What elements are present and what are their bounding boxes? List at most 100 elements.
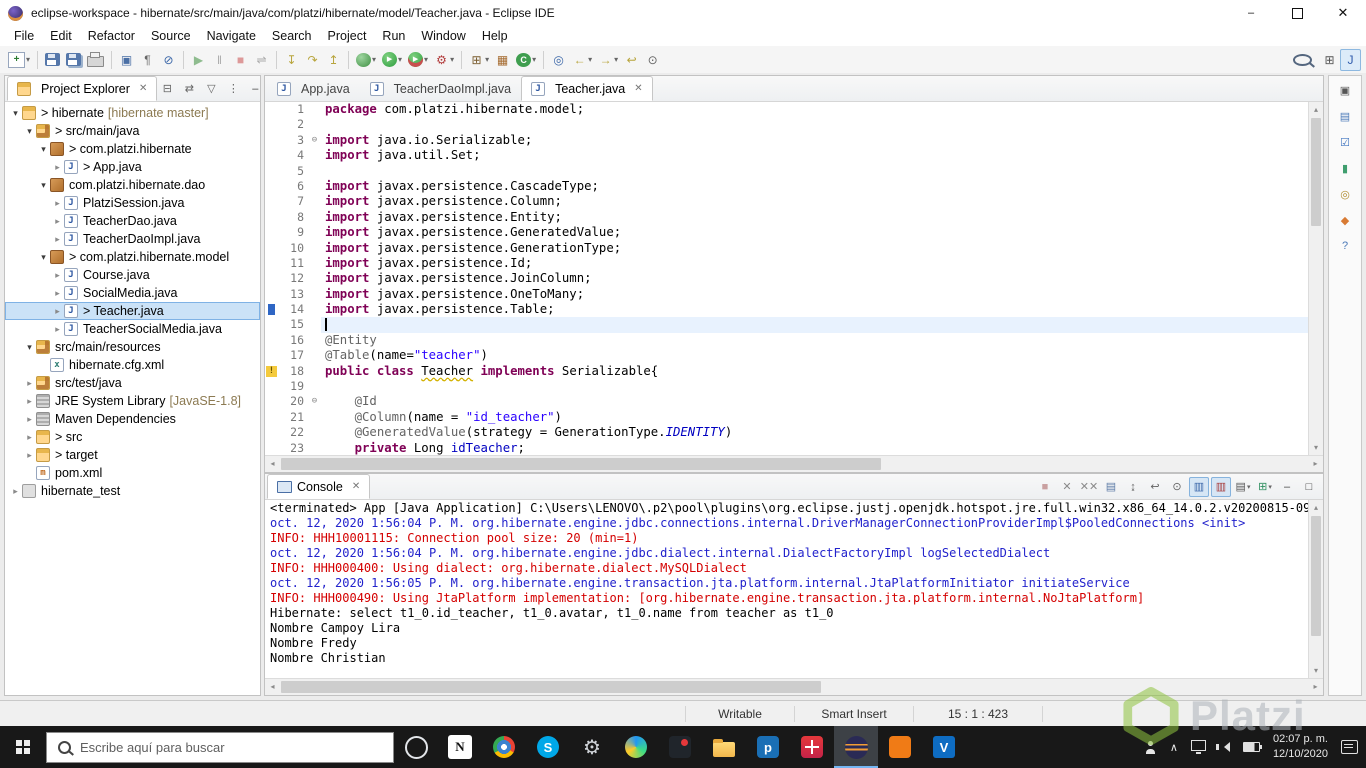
show-stdout-button[interactable]: ▥: [1189, 476, 1209, 497]
code-line-18[interactable]: ! 18 public class Teacher implements Seria…: [265, 363, 1308, 380]
disconnect-button[interactable]: ⇌: [251, 49, 272, 71]
collapse-all-button[interactable]: ⊟: [157, 79, 177, 99]
minimize-console-button[interactable]: –: [1277, 477, 1297, 497]
tree-item-com-platzi-hibernate-dao[interactable]: ▾ com.platzi.hibernate.dao: [5, 176, 260, 194]
taskbar-clock[interactable]: 02:07 p. m. 12/10/2020: [1273, 732, 1328, 762]
console-horizontal-scrollbar[interactable]: ◂ ▸: [265, 678, 1323, 695]
minimized-terminal-view-icon[interactable]: ▮: [1335, 158, 1355, 178]
close-view-icon[interactable]: ✕: [139, 83, 147, 94]
menu-window[interactable]: Window: [413, 27, 473, 45]
remove-all-launches-button[interactable]: ✕✕: [1079, 477, 1099, 497]
save-all-button[interactable]: [63, 49, 84, 71]
taskbar-settings[interactable]: ⚙: [570, 726, 614, 768]
taskbar-cortana[interactable]: [394, 726, 438, 768]
tree-item-hibernate[interactable]: ▾ > hibernate [hibernate master]: [5, 104, 260, 122]
step-into-button[interactable]: ↧: [281, 49, 302, 71]
new-class-button[interactable]: C ▾: [513, 49, 539, 71]
tree-item-platzisession-java[interactable]: ▸ J PlatziSession.java: [5, 194, 260, 212]
code-line-14[interactable]: 14 import javax.persistence.Table;: [265, 302, 1308, 318]
maximize-console-button[interactable]: □: [1299, 477, 1319, 497]
taskbar-file-explorer[interactable]: [702, 726, 746, 768]
menu-run[interactable]: Run: [374, 27, 413, 45]
taskbar-search-input[interactable]: Escribe aquí para buscar: [46, 731, 394, 763]
tree-item-src-test-java[interactable]: ▸ src/test/java: [5, 374, 260, 392]
minimized-tasklist-view-icon[interactable]: ☑: [1335, 132, 1355, 152]
code-line-11[interactable]: 11 import javax.persistence.Id;: [265, 256, 1308, 271]
coverage-button[interactable]: ▶ ▾: [405, 49, 431, 71]
tree-item-maven-dependencies[interactable]: ▸ Maven Dependencies: [5, 410, 260, 428]
menu-refactor[interactable]: Refactor: [80, 27, 143, 45]
fold-collapse-icon[interactable]: ⊖: [308, 394, 321, 409]
taskbar-eclipse[interactable]: [834, 726, 878, 768]
editor-tab-teacherdaoimpl-java[interactable]: J TeacherDaoImpl.java: [360, 76, 521, 101]
taskbar-orange-app[interactable]: [878, 726, 922, 768]
close-view-icon[interactable]: ✕: [352, 481, 360, 492]
collapsed-arrow-icon[interactable]: ▸: [51, 198, 64, 209]
code-line-16[interactable]: 16 @Entity: [265, 333, 1308, 348]
code-line-10[interactable]: 10 import javax.persistence.GenerationTyp…: [265, 241, 1308, 256]
external-tools-button[interactable]: ⚙ ▾: [431, 49, 457, 71]
tree-item-jre-system-library[interactable]: ▸ JRE System Library [JavaSE-1.8]: [5, 392, 260, 410]
tree-item-course-java[interactable]: ▸ J Course.java: [5, 266, 260, 284]
new-java-project-button[interactable]: ⊞ ▾: [466, 49, 492, 71]
terminate-button[interactable]: ■: [230, 49, 251, 71]
collapsed-arrow-icon[interactable]: ▸: [51, 324, 64, 335]
volume-icon[interactable]: [1215, 742, 1230, 752]
display-console-button[interactable]: ▤ ▾: [1233, 477, 1253, 497]
tree-item-target[interactable]: ▸ > target: [5, 446, 260, 464]
collapsed-arrow-icon[interactable]: ▸: [9, 486, 22, 497]
tree-item-src-main-resources[interactable]: ▾ src/main/resources: [5, 338, 260, 356]
tree-item-teacher-java[interactable]: ▸ J > Teacher.java: [5, 302, 260, 320]
clear-console-button[interactable]: ▤: [1101, 477, 1121, 497]
show-whitespace-button[interactable]: ¶: [137, 49, 158, 71]
pin-editor-button[interactable]: ⊙: [642, 49, 663, 71]
menu-file[interactable]: File: [6, 27, 42, 45]
code-line-1[interactable]: 1 package com.platzi.hibernate.model;: [265, 102, 1308, 117]
minimized-outline-view-icon[interactable]: ▤: [1335, 106, 1355, 126]
open-console-dropdown-button[interactable]: ⊞ ▾: [1255, 477, 1275, 497]
tab-console[interactable]: Console ✕: [267, 474, 371, 499]
code-area[interactable]: 1 package com.platzi.hibernate.model; 2 3 ⊖ i…: [265, 102, 1308, 457]
open-type-button[interactable]: ◎: [548, 49, 569, 71]
open-perspective-button[interactable]: ⊞: [1319, 49, 1340, 71]
collapsed-arrow-icon[interactable]: ▸: [51, 216, 64, 227]
taskbar-android-studio[interactable]: [614, 726, 658, 768]
save-button[interactable]: [42, 49, 63, 71]
collapsed-arrow-icon[interactable]: ▸: [51, 306, 64, 317]
forward-button[interactable]: → ▾: [595, 49, 621, 71]
editor-horizontal-scrollbar[interactable]: ◂ ▸: [265, 455, 1323, 472]
tree-item-hibernate-test[interactable]: ▸ hibernate_test: [5, 482, 260, 500]
scrollbar-thumb[interactable]: [281, 681, 821, 693]
tab-project-explorer[interactable]: Project Explorer ✕: [7, 76, 158, 101]
code-line-9[interactable]: 9 import javax.persistence.GeneratedValue…: [265, 225, 1308, 240]
scroll-left-icon[interactable]: ◂: [265, 679, 280, 695]
tree-item-teacherdao-java[interactable]: ▸ J TeacherDao.java: [5, 212, 260, 230]
collapsed-arrow-icon[interactable]: ▸: [23, 450, 36, 461]
editor-tab-app-java[interactable]: J App.java: [267, 76, 360, 101]
open-view-icon[interactable]: ▣: [1335, 80, 1355, 100]
tree-item-src-main-java[interactable]: ▾ > src/main/java: [5, 122, 260, 140]
new-wizard-button[interactable]: + ▾: [5, 49, 33, 71]
taskbar-chrome[interactable]: [482, 726, 526, 768]
close-tab-icon[interactable]: ✕: [634, 83, 642, 94]
tree-item-com-platzi-hibernate-model[interactable]: ▾ > com.platzi.hibernate.model: [5, 248, 260, 266]
scrollbar-thumb[interactable]: [1311, 516, 1321, 636]
people-icon[interactable]: [1144, 740, 1157, 754]
code-line-19[interactable]: 19: [265, 379, 1308, 394]
step-over-button[interactable]: ↷: [302, 49, 323, 71]
start-button[interactable]: [0, 726, 46, 768]
editor-vertical-scrollbar[interactable]: ▴ ▾: [1308, 102, 1323, 455]
code-line-22[interactable]: 22 @GeneratedValue(strategy = Generation…: [265, 425, 1308, 440]
last-edit-button[interactable]: ↩: [621, 49, 642, 71]
expanded-arrow-icon[interactable]: ▾: [9, 108, 22, 119]
scroll-lock-button[interactable]: ↨: [1123, 477, 1143, 497]
suspend-button[interactable]: ‖: [209, 49, 230, 71]
word-wrap-button[interactable]: ↩: [1145, 477, 1165, 497]
expanded-arrow-icon[interactable]: ▾: [37, 252, 50, 263]
tree-item-hibernate-cfg-xml[interactable]: x hibernate.cfg.xml: [5, 356, 260, 374]
code-line-21[interactable]: 21 @Column(name = "id_teacher"): [265, 410, 1308, 425]
menu-search[interactable]: Search: [264, 27, 320, 45]
taskbar-red-app[interactable]: [790, 726, 834, 768]
scroll-left-icon[interactable]: ◂: [265, 456, 280, 472]
maximize-window-button[interactable]: [1274, 0, 1320, 26]
